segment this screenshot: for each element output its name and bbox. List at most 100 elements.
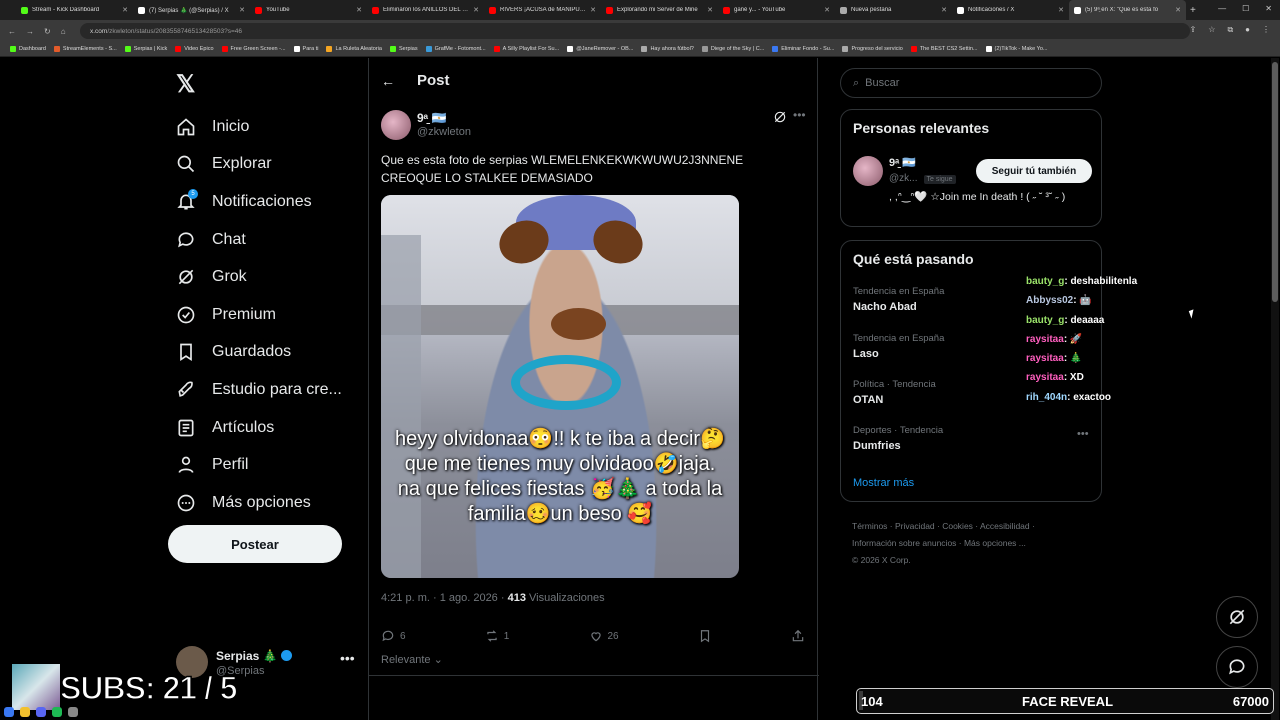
post-time[interactable]: 4:21 p. m. · 1 ago. 2026 · bbox=[381, 592, 508, 604]
bookmark-item[interactable]: @JaneRemover - OB... bbox=[567, 46, 633, 52]
bookmark-item[interactable]: Eliminar Fondo - Su... bbox=[772, 46, 834, 52]
browser-tab[interactable]: RIVERS ¡ACUSA de MANIPULA ✕ bbox=[484, 0, 601, 20]
browser-tab[interactable]: gané y... - YouTube ✕ bbox=[718, 0, 835, 20]
tab-close-icon[interactable]: ✕ bbox=[590, 6, 596, 14]
footer-line[interactable]: Información sobre anuncios · Más opcione… bbox=[852, 535, 1102, 552]
bookmark-button[interactable] bbox=[698, 628, 712, 644]
author-handle[interactable]: @zkwleton bbox=[417, 126, 471, 138]
tab-close-icon[interactable]: ✕ bbox=[356, 6, 362, 14]
extensions-icon[interactable]: ⧉ bbox=[1227, 25, 1233, 35]
nav-item-perfil[interactable]: Perfil bbox=[176, 446, 366, 484]
tab-close-icon[interactable]: ✕ bbox=[941, 6, 947, 14]
grok-floating-button[interactable] bbox=[1216, 596, 1258, 638]
close-icon[interactable]: ✕ bbox=[1265, 4, 1272, 13]
spotify-icon[interactable] bbox=[52, 707, 62, 717]
more-icon[interactable]: ••• bbox=[340, 650, 355, 666]
bookmark-item[interactable]: (2)TikTok - Make Yo... bbox=[985, 46, 1047, 52]
minimize-icon[interactable]: — bbox=[1218, 4, 1226, 13]
person-avatar[interactable] bbox=[853, 156, 883, 186]
post-image[interactable]: heyy olvidonaa😳!! k te iba a decir🤔 que … bbox=[381, 195, 739, 578]
tab-close-icon[interactable]: ✕ bbox=[473, 6, 479, 14]
url-field[interactable]: x.com/zkwleton/status/208355874651342850… bbox=[80, 23, 1190, 39]
post-more-icon[interactable]: ••• bbox=[793, 108, 806, 122]
bookmark-favicon-icon bbox=[326, 46, 333, 52]
bookmark-item[interactable]: Progreso del servicio bbox=[842, 46, 903, 52]
star-icon[interactable]: ☆ bbox=[1208, 25, 1215, 35]
bookmark-item[interactable]: GrafMe - Fotomont... bbox=[425, 46, 486, 52]
bookmark-item[interactable]: La Ruleta Aleatoria bbox=[326, 46, 382, 52]
app-icon[interactable] bbox=[68, 707, 78, 717]
bookmark-item[interactable]: Serpias | Kick bbox=[124, 46, 167, 52]
tab-close-icon[interactable]: ✕ bbox=[1175, 6, 1181, 14]
repost-button[interactable]: 1 bbox=[485, 628, 509, 644]
back-arrow-icon[interactable]: ← bbox=[381, 73, 395, 89]
show-more-link[interactable]: Mostrar más bbox=[853, 477, 914, 489]
nav-item-explorar[interactable]: Explorar bbox=[176, 146, 366, 184]
back-icon[interactable]: ← bbox=[8, 27, 16, 36]
follow-button[interactable]: Seguir tú también bbox=[976, 159, 1092, 183]
bookmark-item[interactable]: The BEST CS2 Settin... bbox=[910, 46, 978, 52]
reload-icon[interactable]: ↻ bbox=[44, 27, 51, 36]
tab-close-icon[interactable]: ✕ bbox=[707, 6, 713, 14]
bookmark-item[interactable]: Diege of the Sky | C... bbox=[701, 46, 764, 52]
x-logo-icon[interactable]: 𝕏 bbox=[176, 70, 195, 99]
new-tab-icon[interactable]: + bbox=[1190, 5, 1196, 16]
nav-item-notificaciones[interactable]: 5 Notificaciones bbox=[176, 183, 366, 221]
window-controls: — ☐ ✕ bbox=[1218, 4, 1272, 13]
nav-item-estudio-para-cre[interactable]: Estudio para cre... bbox=[176, 371, 366, 409]
grok-icon[interactable] bbox=[773, 110, 787, 124]
messages-floating-button[interactable] bbox=[1216, 646, 1258, 688]
reply-button[interactable]: 6 bbox=[381, 628, 406, 644]
share-button[interactable] bbox=[791, 628, 805, 644]
home-icon[interactable]: ⌂ bbox=[61, 27, 66, 36]
browser-tab[interactable]: Nueva pestaña ✕ bbox=[835, 0, 952, 20]
menu-icon[interactable]: ⋮ bbox=[1262, 25, 1270, 35]
share-icon[interactable]: ⇪ bbox=[1190, 25, 1197, 35]
nav-item-chat[interactable]: Chat bbox=[176, 221, 366, 259]
sort-replies-dropdown[interactable]: Relevante ⌄ bbox=[381, 653, 443, 666]
bookmark-item[interactable]: Dashboard bbox=[10, 46, 46, 52]
nav-item-grok[interactable]: Grok bbox=[176, 258, 366, 296]
start-icon[interactable] bbox=[4, 707, 14, 717]
browser-tab[interactable]: YouTube ✕ bbox=[250, 0, 367, 20]
tab-close-icon[interactable]: ✕ bbox=[239, 6, 245, 14]
browser-tab[interactable]: Explorando mi Server de Mine ✕ bbox=[601, 0, 718, 20]
author-name[interactable]: 9ᵃ̱ 🇦🇷 bbox=[417, 111, 446, 125]
forward-icon[interactable]: → bbox=[26, 27, 34, 36]
chrome-icon[interactable] bbox=[20, 707, 30, 717]
bookmark-item[interactable]: A Silly Playlist For Su... bbox=[493, 46, 559, 52]
browser-tab[interactable]: (5) 9ᵃ̱ en X: "Que es esta fo ✕ bbox=[1069, 0, 1186, 20]
nav-item-art-culos[interactable]: Artículos bbox=[176, 409, 366, 447]
nav-item-premium[interactable]: Premium bbox=[176, 296, 366, 334]
trend-more-icon[interactable]: ••• bbox=[1077, 428, 1089, 440]
tab-close-icon[interactable]: ✕ bbox=[122, 6, 128, 14]
scrollbar-thumb[interactable] bbox=[1272, 62, 1278, 302]
bookmark-item[interactable]: StreamElements - S... bbox=[53, 46, 117, 52]
footer-line[interactable]: Términos · Privacidad · Cookies · Accesi… bbox=[852, 518, 1102, 535]
bookmark-item[interactable]: Video Epico bbox=[175, 46, 214, 52]
profile-icon[interactable]: ● bbox=[1245, 25, 1250, 35]
nav-item-guardados[interactable]: Guardados bbox=[176, 334, 366, 372]
browser-tab[interactable]: Stream - Kick Dashboard ✕ bbox=[16, 0, 133, 20]
browser-tab[interactable]: Notificaciones / X ✕ bbox=[952, 0, 1069, 20]
bookmark-item[interactable]: Serpias bbox=[389, 46, 418, 52]
author-avatar[interactable] bbox=[381, 110, 411, 140]
bookmark-item[interactable]: Para ti bbox=[293, 46, 318, 52]
chat-message: raysitaa: 🚀 bbox=[1026, 330, 1226, 349]
search-input[interactable]: ⌕ Buscar bbox=[840, 68, 1102, 98]
nav-item-m-s-opciones[interactable]: Más opciones bbox=[176, 484, 366, 522]
person-name[interactable]: 9ᵃ̱ 🇦🇷 bbox=[889, 156, 916, 169]
like-button[interactable]: 26 bbox=[589, 628, 619, 644]
post-button[interactable]: Postear bbox=[168, 525, 342, 563]
browser-tab[interactable]: Eliminaron los ANILLOS DEL DE ✕ bbox=[367, 0, 484, 20]
nav-item-inicio[interactable]: Inicio bbox=[176, 108, 366, 146]
tab-close-icon[interactable]: ✕ bbox=[824, 6, 830, 14]
bookmark-item[interactable]: Hay ahora fútbol? bbox=[641, 46, 694, 52]
maximize-icon[interactable]: ☐ bbox=[1242, 4, 1249, 13]
scrollbar[interactable] bbox=[1271, 58, 1279, 720]
browser-tab[interactable]: (7) Serpias 🎄 (@Serpias) / X ✕ bbox=[133, 0, 250, 20]
discord-icon[interactable] bbox=[36, 707, 46, 717]
trend-item[interactable]: Deportes · Tendencia Dumfries bbox=[853, 425, 1073, 452]
tab-close-icon[interactable]: ✕ bbox=[1058, 6, 1064, 14]
bookmark-item[interactable]: Free Green Screen -... bbox=[221, 46, 286, 52]
